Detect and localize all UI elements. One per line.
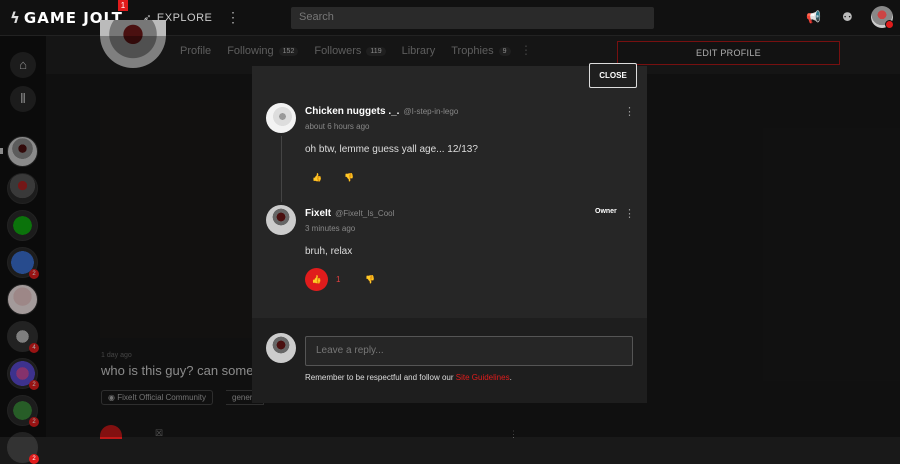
friends-icon[interactable]: ⚉ [842, 10, 853, 24]
thumbs-down-icon[interactable]: 👎 [365, 275, 375, 284]
my-avatar [266, 333, 296, 363]
comment-text: bruh, relax [305, 246, 353, 257]
like-count: 1 [336, 275, 341, 284]
more-menu-icon[interactable]: ⋮ [226, 9, 240, 26]
comment-more-icon[interactable]: ⋮ [624, 105, 635, 118]
site-guidelines-link[interactable]: Site Guidelines [456, 373, 510, 382]
thumbs-up-icon[interactable]: 👍 [305, 268, 328, 291]
reply-input[interactable]: Leave a reply... [305, 336, 633, 366]
close-button[interactable]: CLOSE [589, 63, 637, 88]
thumbs-up-icon[interactable]: 👍 [312, 173, 322, 182]
bolt-icon: ϟ [10, 9, 21, 27]
commenter-avatar[interactable] [266, 205, 296, 235]
user-avatar[interactable] [871, 6, 894, 29]
comment-text: oh btw, lemme guess yall age... 12/13? [305, 144, 478, 155]
owner-badge: Owner [595, 208, 617, 215]
comment-handle: @I-step-in-lego [403, 107, 459, 116]
notification-badge: 1 [118, 0, 128, 11]
megaphone-icon[interactable]: 📢 [806, 10, 821, 24]
comment-handle: @FixeIt_Is_Cool [335, 209, 395, 218]
thread-line [281, 136, 282, 202]
reply-guidelines: Remember to be respectful and follow our… [305, 373, 512, 382]
comment-author[interactable]: Chicken nuggets ._. @I-step-in-lego [305, 106, 458, 117]
comment-time: about 6 hours ago [305, 122, 370, 131]
comment-author[interactable]: FixeIt @FixeIt_Is_Cool [305, 208, 394, 219]
comment-time: 3 minutes ago [305, 224, 356, 233]
notification-badge: 2 [29, 454, 39, 464]
commenter-avatar[interactable] [266, 103, 296, 133]
comment-more-icon[interactable]: ⋮ [624, 207, 635, 220]
thumbs-down-icon[interactable]: 👎 [344, 173, 354, 182]
search-input[interactable]: Search [291, 7, 654, 29]
